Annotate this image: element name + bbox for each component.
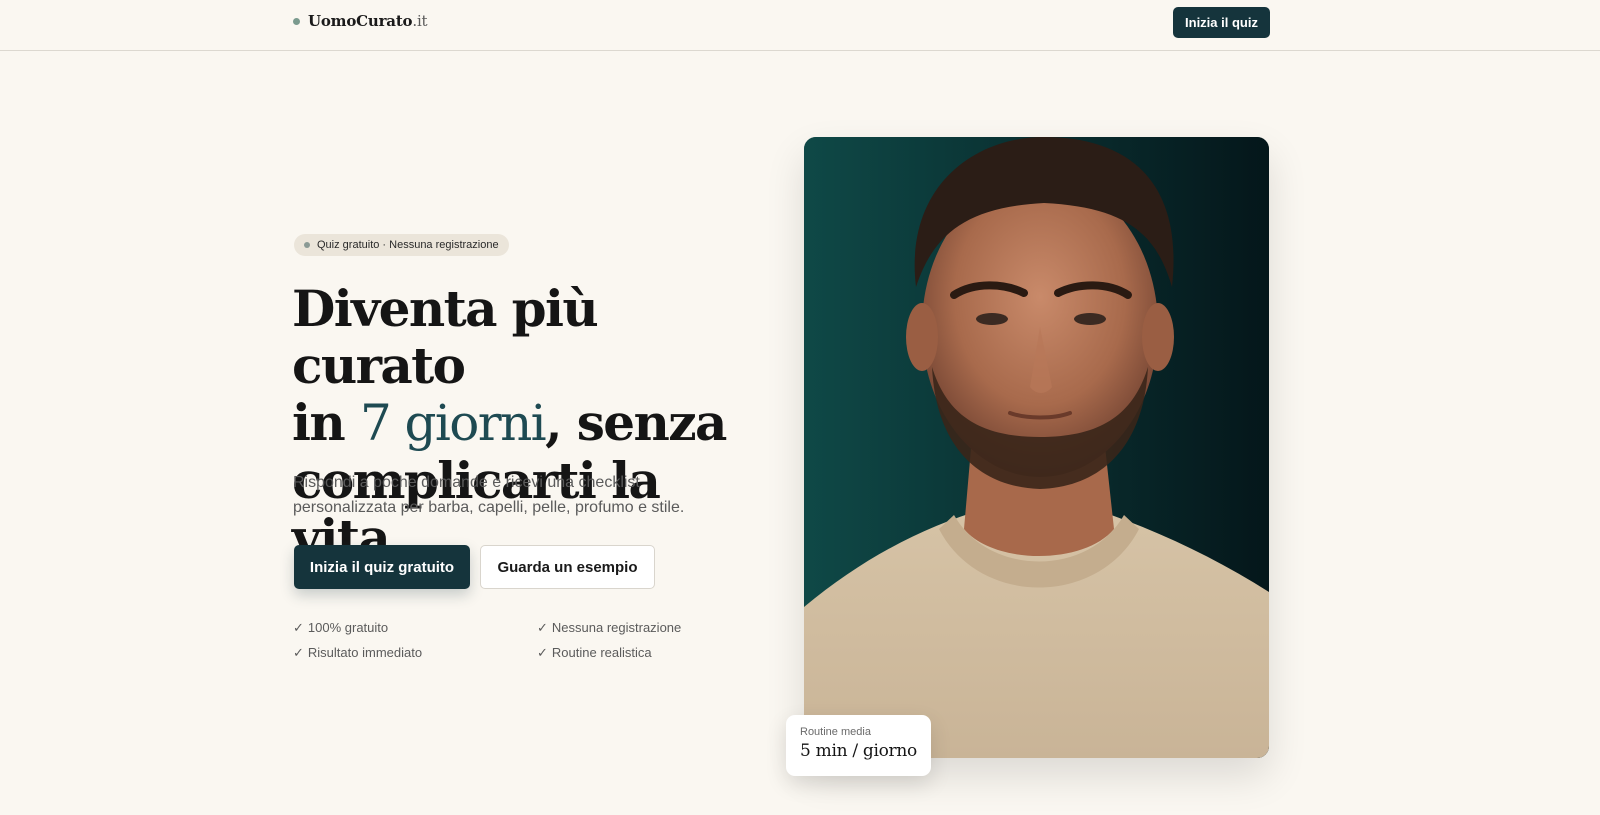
headline-line-1: Diventa più curato (292, 279, 599, 395)
nav-start-quiz-button[interactable]: Inizia il quiz (1173, 7, 1270, 38)
brand-tld: .it (412, 12, 428, 30)
feature-label: Routine realistica (551, 645, 652, 660)
brand-name: UomoCurato.it (308, 12, 428, 30)
hero-badge: Quiz gratuito · Nessuna registrazione (294, 234, 509, 256)
feature-label: 100% gratuito (307, 620, 389, 635)
portrait-illustration (804, 137, 1269, 758)
check-icon: ✓ (537, 620, 548, 635)
hero-headline: Diventa più curato in 7 giorni, senza co… (292, 280, 762, 566)
feature-list: ✓ 100% gratuito ✓ Nessuna registrazione ✓ R… (293, 620, 733, 680)
headline-line-2-before: in (292, 393, 360, 452)
see-example-button[interactable]: Guarda un esempio (480, 545, 655, 589)
headline-line-2-after: , senza (545, 393, 727, 452)
hero-portrait-image (804, 137, 1269, 758)
feature-item: ✓ Nessuna registrazione (537, 620, 681, 636)
feature-item: ✓ Risultato immediato (293, 645, 422, 661)
hero-subtext: Rispondi a poche domande e ricevi una ch… (293, 474, 685, 516)
feature-label: Nessuna registrazione (551, 620, 682, 635)
check-icon: ✓ (293, 645, 304, 660)
badge-dot-icon (304, 242, 310, 248)
check-icon: ✓ (537, 645, 548, 660)
stat-value: 5 min / giorno (800, 741, 917, 761)
check-icon: ✓ (293, 620, 304, 635)
feature-item: ✓ 100% gratuito (293, 620, 388, 636)
stat-label: Routine media (800, 726, 871, 738)
feature-item: ✓ Routine realistica (537, 645, 652, 661)
headline-accent: 7 giorni (359, 394, 547, 452)
brand-logo[interactable]: UomoCurato.it (293, 12, 428, 30)
hero-badge-text: Quiz gratuito · Nessuna registrazione (317, 239, 499, 251)
feature-label: Risultato immediato (307, 645, 423, 660)
routine-stat-card: Routine media 5 min / giorno (786, 715, 931, 776)
top-navbar: UomoCurato.it Inizia il quiz (0, 0, 1600, 51)
brand-dot-icon (293, 17, 300, 25)
start-free-quiz-button[interactable]: Inizia il quiz gratuito (294, 545, 470, 589)
